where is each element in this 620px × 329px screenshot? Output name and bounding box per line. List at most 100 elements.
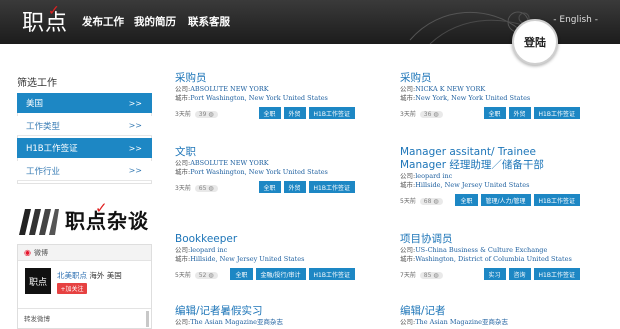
job-tag[interactable]: 全职 [483, 107, 506, 119]
job-tags: 全职 外贸 H1B工作签证 [258, 107, 355, 119]
chevron-right-icon: >> [128, 166, 142, 175]
filter-industry[interactable]: 工作行业 >> [17, 161, 152, 181]
view-count: 85 [423, 272, 432, 279]
weibo-icon: ◉ [24, 248, 31, 257]
job-card: Bookkeeper 公司:leopard inc 城市:Hillside, New… [175, 233, 355, 281]
job-tag[interactable]: H1B工作签证 [308, 107, 355, 119]
view-count-badge: 52 ◍ [194, 272, 218, 279]
view-count-badge: 39 ◍ [194, 111, 218, 118]
job-tag[interactable]: H1B工作签证 [533, 107, 580, 119]
filter-h1b-visa[interactable]: H1B工作签证 >> [17, 138, 152, 158]
job-tag[interactable]: 外贸 [283, 107, 306, 119]
weibo-widget: ◉ 微博 职点 北美职点 海外 美国 +加关注 转发微博 [17, 244, 152, 329]
view-count-badge: 68 ◍ [419, 198, 443, 205]
view-count: 68 [423, 198, 432, 205]
job-footer: 5天前 52 ◍ 全职 金融/投行/审计 H1B工作签证 [175, 268, 355, 281]
city-name: Hillside, New Jersey United States [415, 181, 530, 189]
view-count: 52 [198, 272, 207, 279]
job-tags: 实习 咨询 H1B工作签证 [483, 268, 580, 280]
filter-label: H1B工作签证 [26, 144, 78, 154]
filter-country[interactable]: 美国 >> [17, 93, 152, 113]
site-logo[interactable]: 职点 ✓ [22, 3, 68, 37]
eye-icon: ◍ [208, 185, 214, 192]
job-tag[interactable]: 全职 [230, 268, 253, 280]
job-city: 城市:Hillside, New Jersey United States [175, 255, 355, 264]
job-tag[interactable]: 金融/投行/审计 [255, 268, 306, 280]
job-title[interactable]: Bookkeeper [175, 233, 355, 246]
job-title[interactable]: 采购员 [175, 72, 355, 85]
job-tag[interactable]: 咨询 [508, 268, 531, 280]
company-label: 公司: [400, 246, 416, 254]
eye-icon: ◍ [433, 272, 439, 279]
filter-label: 工作行业 [26, 166, 61, 177]
job-tag[interactable]: 全职 [455, 194, 478, 206]
job-title[interactable]: Manager assitant/ Trainee Manager 经理助理／储… [400, 146, 585, 172]
job-footer: 3天前 65 ◍ 全职 外贸 H1B工作签证 [175, 181, 355, 194]
scrollbar[interactable] [146, 311, 149, 327]
job-tag[interactable]: 管理/人力/管理 [480, 194, 531, 206]
job-footer: 5天前 68 ◍ 全职 管理/人力/管理 H1B工作签证 [400, 194, 580, 207]
job-company: 公司:leopard inc [400, 172, 580, 181]
weibo-account-name[interactable]: 北美职点 [57, 271, 87, 280]
job-city: 城市:Washington, District of Columbia Unit… [400, 255, 580, 264]
job-tags: 全职 管理/人力/管理 H1B工作签证 [455, 194, 580, 206]
nav-post-job[interactable]: 发布工作 [82, 14, 124, 29]
city-label: 城市: [400, 94, 416, 102]
job-tags: 全职 外贸 H1B工作签证 [483, 107, 580, 119]
posted-time: 5天前 [175, 272, 191, 279]
job-card: 项目协调员 公司:US-China Business & Culture Exch… [400, 233, 580, 281]
job-age: 5天前 68 ◍ [400, 196, 443, 205]
follow-button[interactable]: +加关注 [57, 283, 87, 294]
job-tag[interactable]: H1B工作签证 [533, 268, 580, 280]
view-count-badge: 85 ◍ [419, 272, 443, 279]
nav-my-resume[interactable]: 我的简历 [134, 14, 176, 29]
job-tag[interactable]: 全职 [258, 107, 281, 119]
weibo-account-location: 海外 美国 [89, 271, 122, 280]
magazine-banner[interactable]: 职点杂谈 ✓ [17, 199, 157, 239]
job-title[interactable]: 编辑/记者 [400, 305, 580, 318]
city-name: Hillside, New Jersey United States [190, 255, 305, 263]
job-title[interactable]: 采购员 [400, 72, 580, 85]
job-card: 采购员 公司:NICKA K NEW YORK 城市:New York, New Y… [400, 72, 580, 120]
company-name: The Asian Magazine亚商杂志 [190, 318, 283, 326]
job-tag[interactable]: 外贸 [283, 181, 306, 193]
job-footer: 3天前 36 ◍ 全职 外贸 H1B工作签证 [400, 107, 580, 120]
view-count: 39 [198, 111, 207, 118]
language-switch[interactable]: - English - [553, 15, 598, 25]
job-title[interactable]: 项目协调员 [400, 233, 580, 246]
nav-contact-support[interactable]: 联系客服 [188, 14, 230, 29]
job-tag[interactable]: 全职 [258, 181, 281, 193]
city-name: New York, New York United States [415, 94, 531, 102]
checkmark-icon: ✓ [95, 199, 108, 217]
city-label: 城市: [400, 181, 416, 189]
job-tag[interactable]: H1B工作签证 [308, 268, 355, 280]
job-age: 3天前 39 ◍ [175, 109, 218, 118]
job-title[interactable]: 编辑/记者暑假实习 [175, 305, 355, 318]
job-company: 公司:The Asian Magazine亚商杂志 [400, 318, 580, 327]
job-city: 城市:Hillside, New Jersey United States [400, 181, 580, 190]
company-name: leopard inc [415, 172, 453, 180]
posted-time: 3天前 [400, 111, 416, 118]
job-tag[interactable]: 外贸 [508, 107, 531, 119]
job-card: 编辑/记者暑假实习 公司:The Asian Magazine亚商杂志 [175, 305, 355, 327]
city-label: 城市: [400, 255, 416, 263]
company-name: leopard inc [190, 246, 228, 254]
job-company: 公司:ABSOLUTE NEW YORK [175, 85, 355, 94]
job-tag[interactable]: H1B工作签证 [308, 181, 355, 193]
job-card: Manager assitant/ Trainee Manager 经理助理／储… [400, 146, 580, 207]
city-label: 城市: [175, 255, 191, 263]
job-tag[interactable]: 实习 [483, 268, 506, 280]
city-name: Washington, District of Columbia United … [415, 255, 572, 263]
filter-job-type[interactable]: 工作类型 >> [17, 116, 152, 136]
job-title[interactable]: 文职 [175, 146, 355, 159]
weibo-label: 微博 [33, 248, 48, 257]
job-city: 城市:Port Washington, New York United Stat… [175, 94, 355, 103]
filter-title: 筛选工作 [17, 78, 57, 89]
job-company: 公司:The Asian Magazine亚商杂志 [175, 318, 355, 327]
city-label: 城市: [175, 94, 191, 102]
weibo-account: 北美职点 海外 美国 [57, 270, 122, 281]
avatar[interactable]: 职点 [25, 268, 51, 294]
company-label: 公司: [400, 318, 416, 326]
job-tag[interactable]: H1B工作签证 [533, 194, 580, 206]
login-button[interactable]: 登陆 [512, 19, 558, 65]
